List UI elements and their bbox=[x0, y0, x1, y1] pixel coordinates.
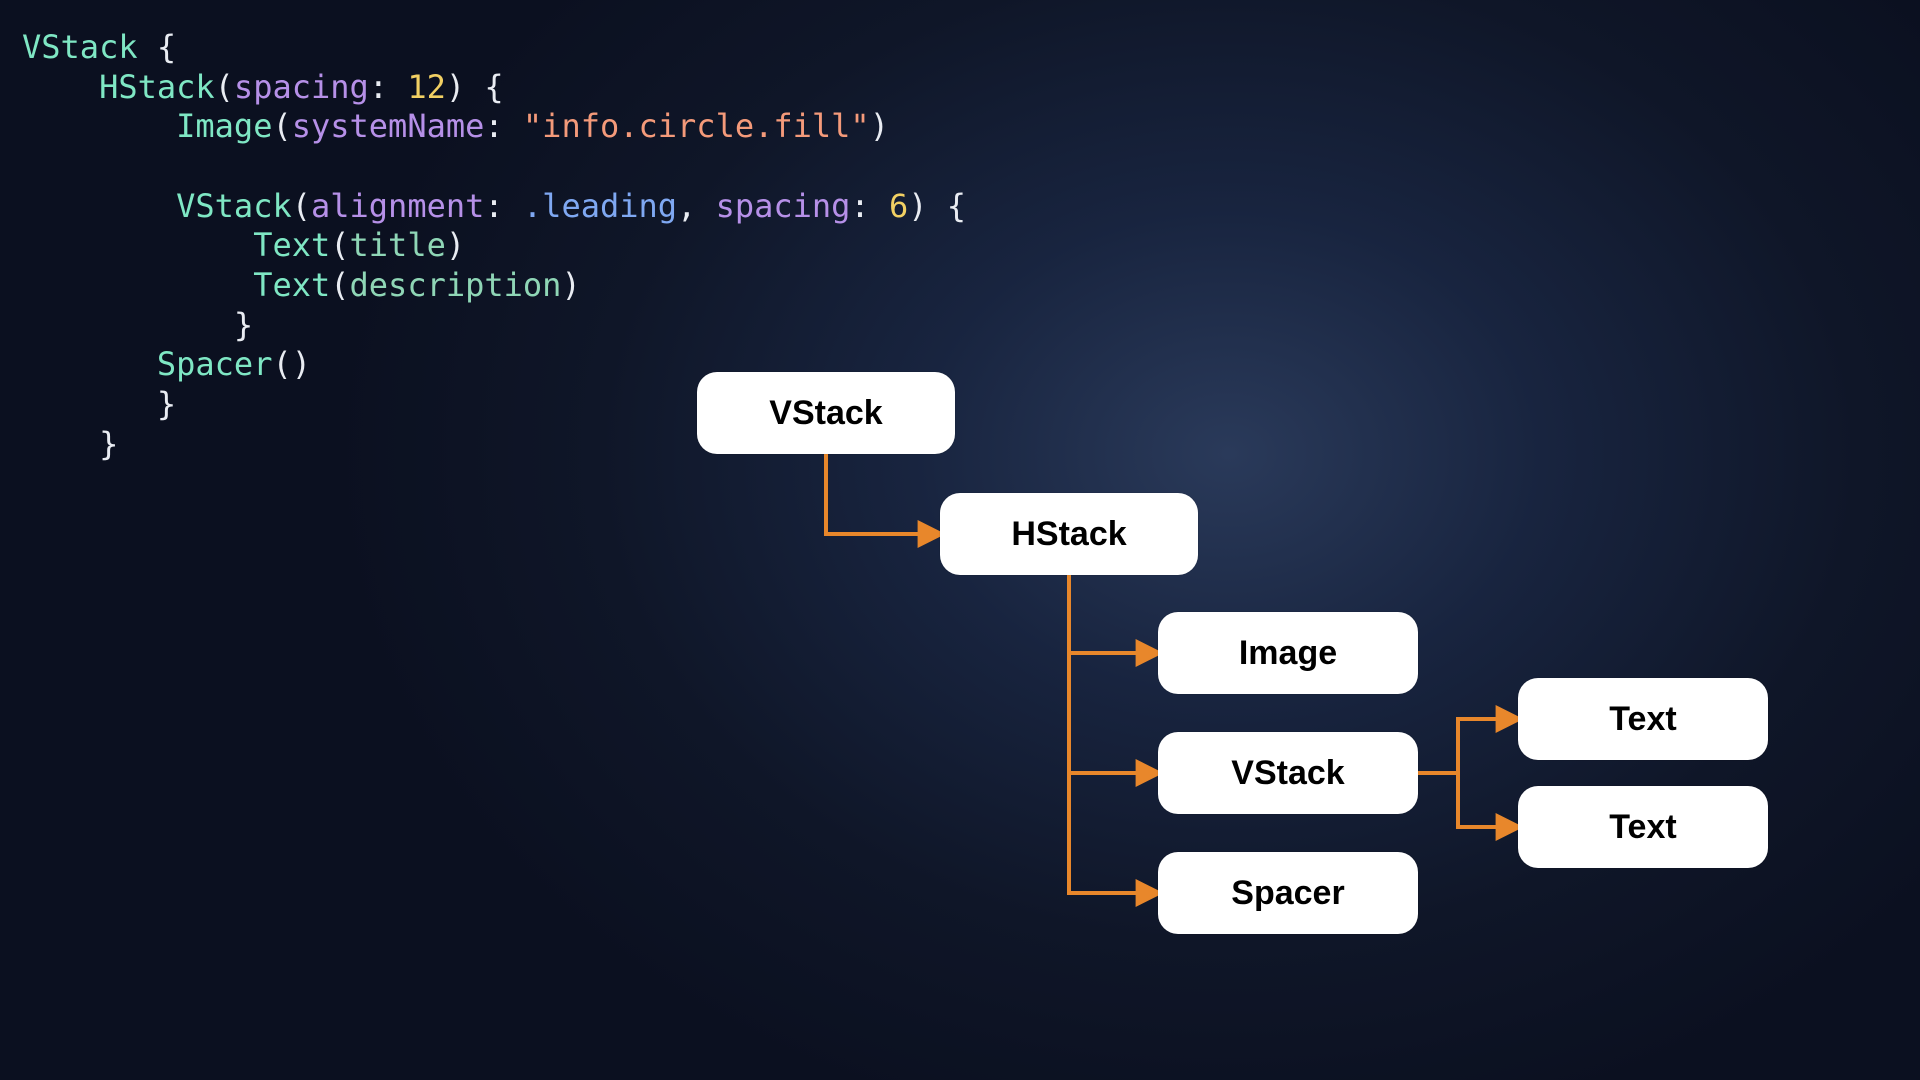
node-label: Text bbox=[1609, 808, 1676, 847]
node-label: HStack bbox=[1011, 515, 1126, 554]
node-label: Spacer bbox=[1231, 874, 1344, 913]
node-text-1: Text bbox=[1518, 678, 1768, 760]
node-hstack: HStack bbox=[940, 493, 1198, 575]
node-label: Image bbox=[1239, 634, 1337, 673]
node-image: Image bbox=[1158, 612, 1418, 694]
node-text-2: Text bbox=[1518, 786, 1768, 868]
node-label: VStack bbox=[1231, 754, 1344, 793]
node-spacer: Spacer bbox=[1158, 852, 1418, 934]
node-vstack-root: VStack bbox=[697, 372, 955, 454]
node-label: VStack bbox=[769, 394, 882, 433]
node-vstack-inner: VStack bbox=[1158, 732, 1418, 814]
node-label: Text bbox=[1609, 700, 1676, 739]
